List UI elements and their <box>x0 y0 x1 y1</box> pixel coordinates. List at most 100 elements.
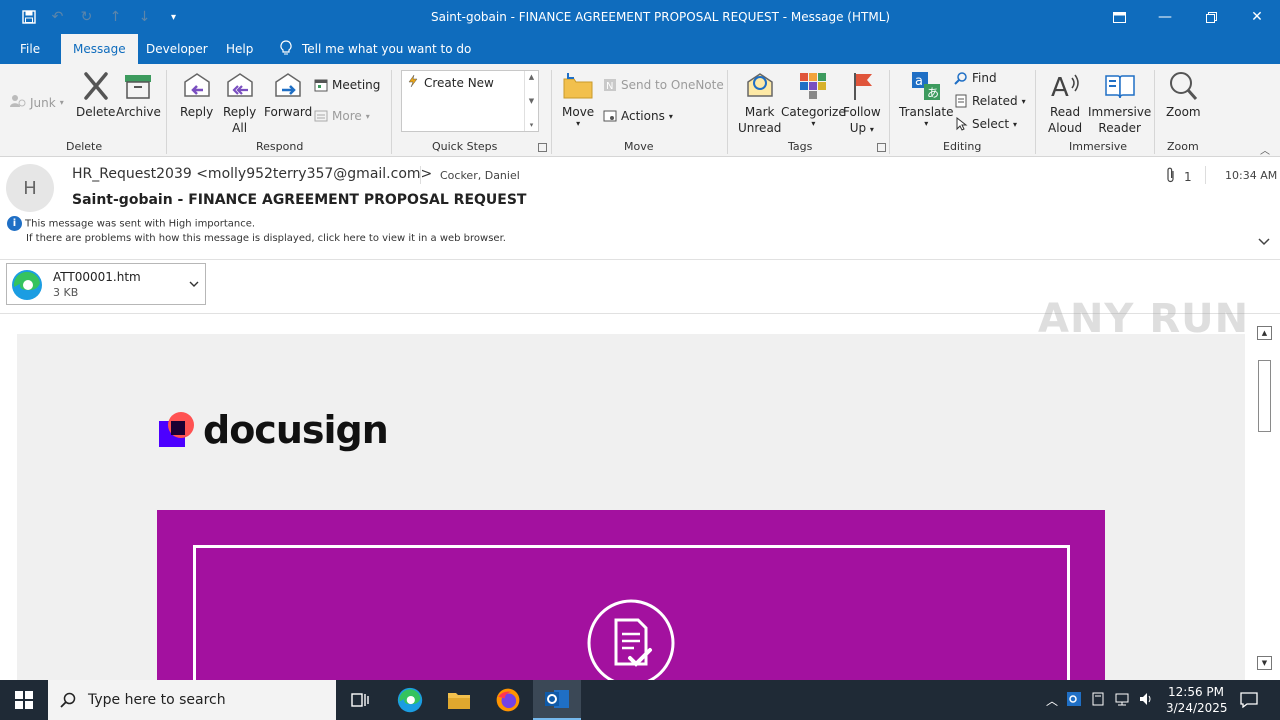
group-separator <box>727 70 728 154</box>
reply-all-button[interactable]: Reply All <box>223 70 256 136</box>
clock-date: 3/24/2025 <box>1166 701 1228 715</box>
next-item-icon[interactable]: ↓ <box>130 7 159 27</box>
junk-label: Junk <box>30 95 56 110</box>
group-separator <box>1035 70 1036 154</box>
scroll-down-button[interactable]: ▼ <box>1257 656 1272 670</box>
more-respond-button[interactable]: More ▾ <box>314 109 370 123</box>
meeting-button[interactable]: Meeting <box>314 78 380 92</box>
follow-up-button[interactable]: Follow Up ▾ <box>843 70 881 138</box>
expand-header-icon[interactable] <box>1258 235 1270 249</box>
attachment-menu-icon[interactable] <box>189 276 199 290</box>
actions-icon <box>603 110 617 122</box>
flag-icon <box>853 73 872 100</box>
quick-steps-gallery[interactable]: Create New ▲ ▼ ▾ <box>401 70 539 132</box>
categorize-button[interactable]: Categorize ▾ <box>781 70 846 128</box>
volume-icon[interactable] <box>1138 691 1154 710</box>
system-tray: ︿ <box>1046 680 1154 720</box>
scrollbar-thumb[interactable] <box>1258 360 1271 432</box>
read-aloud-label-line1: Read <box>1049 105 1081 119</box>
translate-button[interactable]: aあ Translate ▾ <box>899 70 954 128</box>
actions-label: Actions <box>621 109 665 123</box>
title-bar: ↶ ↻ ↑ ↓ ▾ Saint-gobain - FINANCE AGREEME… <box>0 0 1280 34</box>
body-scrollbar[interactable]: ▲ ▼ <box>1256 326 1273 670</box>
outlook-tray-icon[interactable] <box>1066 691 1082 710</box>
read-aloud-button[interactable]: A Read Aloud <box>1048 70 1082 136</box>
scroll-up-button[interactable]: ▲ <box>1257 326 1272 340</box>
group-separator <box>166 70 167 154</box>
tags-launcher-icon[interactable] <box>877 143 886 152</box>
scroll-down-icon[interactable]: ▼ <box>529 97 534 105</box>
network-icon[interactable] <box>1114 691 1130 710</box>
restore-icon[interactable] <box>1188 0 1234 34</box>
meeting-label: Meeting <box>332 78 381 92</box>
collapse-ribbon-icon[interactable]: ︿ <box>1260 142 1270 157</box>
customize-qat-icon[interactable]: ▾ <box>159 7 188 27</box>
junk-button[interactable]: Junk ▾ <box>10 94 64 111</box>
expand-gallery-icon[interactable]: ▾ <box>530 121 534 129</box>
tab-help[interactable]: Help <box>226 34 253 64</box>
group-separator <box>551 70 552 154</box>
taskbar-outlook[interactable] <box>533 680 581 720</box>
recipient[interactable]: Cocker, Daniel <box>440 169 520 182</box>
reply-button[interactable]: Reply <box>180 70 213 120</box>
taskbar-file-explorer[interactable] <box>435 680 483 720</box>
save-icon[interactable] <box>14 7 43 27</box>
tell-me-search[interactable]: Tell me what you want to do <box>280 34 471 64</box>
tab-message[interactable]: Message <box>61 34 138 64</box>
mark-unread-button[interactable]: Mark Unread <box>738 70 781 136</box>
attachment-item[interactable]: ATT00001.htm 3 KB <box>6 263 206 305</box>
display-note[interactable]: If there are problems with how this mess… <box>26 233 506 244</box>
lightning-icon <box>408 74 418 90</box>
taskbar-clock[interactable]: 12:56 PM 3/24/2025 <box>1166 684 1228 716</box>
follow-up-label-line2: Up <box>849 121 867 135</box>
previous-item-icon[interactable]: ↑ <box>101 7 130 27</box>
find-button[interactable]: Find <box>954 71 997 85</box>
close-icon[interactable]: ✕ <box>1234 0 1280 34</box>
sender[interactable]: HR_Request2039 <molly952terry357@gmail.c… <box>72 166 432 182</box>
svg-text:A: A <box>1051 73 1069 102</box>
delete-button[interactable]: Delete <box>76 70 115 120</box>
minimize-icon[interactable]: — <box>1142 0 1188 34</box>
select-button[interactable]: Select ▾ <box>954 117 1017 131</box>
forward-button[interactable]: Forward <box>264 70 312 120</box>
select-cursor-icon <box>956 117 968 131</box>
immersive-reader-icon <box>1104 75 1135 99</box>
tab-file[interactable]: File <box>20 34 40 64</box>
archive-button[interactable]: Archive <box>116 70 161 120</box>
window-title: Saint-gobain - FINANCE AGREEMENT PROPOSA… <box>431 10 891 24</box>
notifications-button[interactable] <box>1234 680 1264 720</box>
document-banner <box>157 510 1105 680</box>
show-hidden-icons-icon[interactable]: ︿ <box>1046 692 1058 709</box>
taskbar-edge[interactable] <box>386 680 434 720</box>
mark-unread-label-line1: Mark <box>744 105 775 119</box>
mark-unread-icon <box>746 73 773 97</box>
actions-button[interactable]: Actions ▾ <box>603 109 673 123</box>
delete-icon <box>83 72 108 100</box>
create-new-quick-step[interactable]: Create New <box>408 74 494 90</box>
taskbar-firefox[interactable] <box>484 680 532 720</box>
device-tray-icon[interactable] <box>1090 691 1106 710</box>
find-label: Find <box>972 71 997 85</box>
delete-label: Delete <box>76 105 116 119</box>
quick-steps-scroll[interactable]: ▲ ▼ ▾ <box>524 71 538 131</box>
start-button[interactable] <box>0 680 48 720</box>
task-view-button[interactable] <box>336 680 384 720</box>
scroll-up-icon[interactable]: ▲ <box>529 73 534 81</box>
taskbar-search[interactable]: Type here to search <box>48 680 336 720</box>
send-to-onenote-button[interactable]: N Send to OneNote <box>603 78 724 92</box>
tab-developer[interactable]: Developer <box>146 34 208 64</box>
related-button[interactable]: Related ▾ <box>954 94 1026 108</box>
move-button[interactable]: Move ▾ <box>562 70 594 128</box>
undo-icon[interactable]: ↶ <box>43 7 72 27</box>
avatar[interactable]: H <box>6 164 54 212</box>
onenote-icon: N <box>604 79 616 92</box>
ribbon-display-options-icon[interactable] <box>1096 0 1142 34</box>
quick-steps-launcher-icon[interactable] <box>538 143 547 152</box>
immersive-reader-button[interactable]: Immersive Reader <box>1088 70 1151 136</box>
redo-icon[interactable]: ↻ <box>72 7 101 27</box>
group-separator <box>391 70 392 154</box>
info-bar[interactable]: i This message was sent with High importa… <box>7 216 506 246</box>
quick-access-toolbar: ↶ ↻ ↑ ↓ ▾ <box>14 7 188 27</box>
archive-label: Archive <box>116 105 161 119</box>
zoom-button[interactable]: Zoom <box>1166 70 1201 120</box>
